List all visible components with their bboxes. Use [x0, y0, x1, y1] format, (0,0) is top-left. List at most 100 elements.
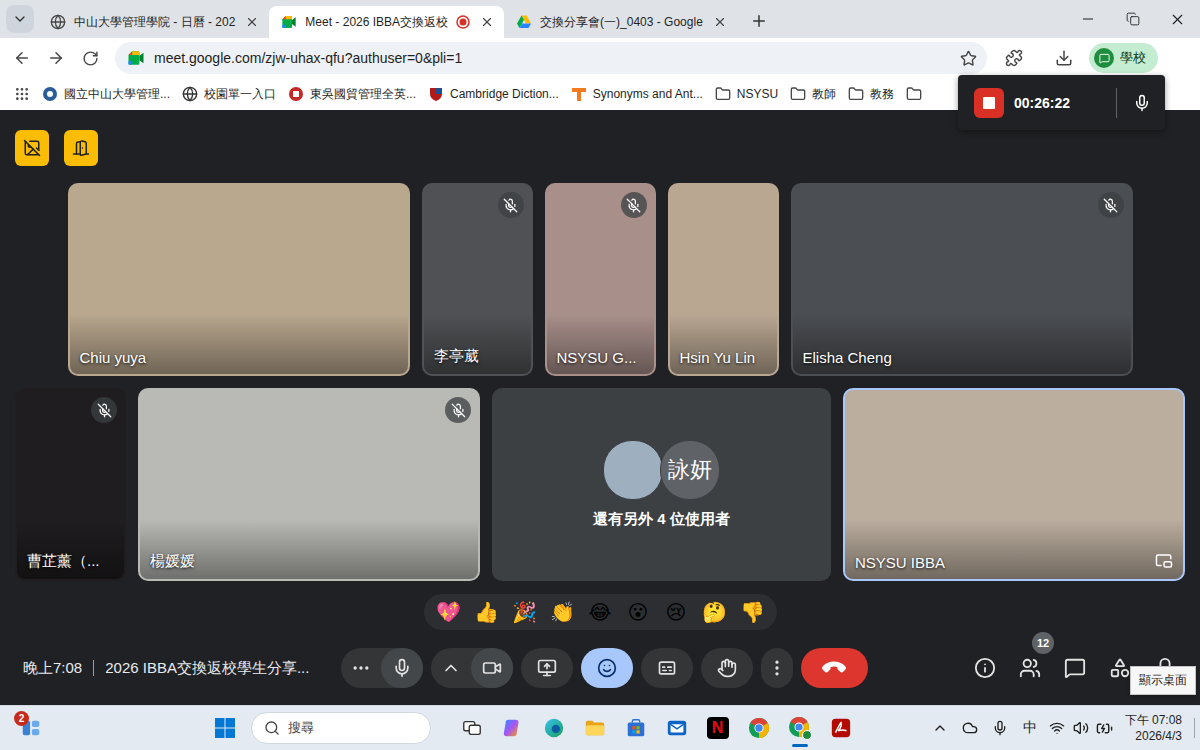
hide-video-button[interactable] [15, 130, 49, 166]
audio-options-button[interactable] [341, 648, 381, 688]
taskbar-app[interactable] [492, 708, 533, 748]
battery-button[interactable] [1093, 712, 1117, 744]
participant-tile[interactable]: Hsin Yu Lin [668, 183, 779, 376]
minimize-button[interactable] [1065, 0, 1110, 38]
raise-hand-button[interactable] [701, 648, 753, 688]
taskbar-app[interactable] [656, 708, 697, 748]
participant-tile[interactable]: 曹芷薰（... [15, 388, 126, 581]
taskbar-app[interactable]: N [697, 708, 738, 748]
taskbar-app[interactable] [533, 708, 574, 748]
extensions-button[interactable] [998, 42, 1030, 74]
reaction-button[interactable]: 😮 [620, 595, 657, 629]
bookmark-item[interactable]: 東吳國貿管理全英... [282, 81, 422, 107]
video-options-button[interactable] [431, 648, 471, 688]
microphone-button[interactable] [381, 648, 423, 688]
bookmark-item[interactable]: Cambridge Diction... [422, 81, 565, 107]
bookmark-label: Synonyms and Ant... [593, 87, 703, 101]
tab-close-button[interactable] [478, 13, 496, 31]
participant-tile[interactable]: NSYSU IBBA [843, 388, 1185, 581]
taskbar-app[interactable] [820, 708, 861, 748]
input-method-button[interactable]: 中 [1015, 712, 1045, 744]
volume-button[interactable] [1069, 712, 1093, 744]
reaction-button[interactable]: 😢 [658, 595, 695, 629]
people-button[interactable]: 12 [1010, 648, 1050, 688]
more-participants-label: 還有另外 4 位使用者 [593, 510, 730, 529]
taskbar-app[interactable] [615, 708, 656, 748]
browser-tab[interactable]: Meet - 2026 IBBA交換返校 [269, 6, 504, 38]
participant-tile[interactable]: Elisha Cheng [791, 183, 1133, 376]
forward-button[interactable] [40, 42, 72, 74]
tab-close-button[interactable] [243, 13, 261, 31]
reaction-button[interactable]: 👎 [734, 595, 771, 629]
meeting-details-button[interactable] [965, 648, 1005, 688]
taskbar-app[interactable] [738, 708, 779, 748]
apps-button[interactable] [8, 81, 36, 107]
profile-button[interactable]: 學校 [1089, 43, 1158, 73]
browser-tab[interactable]: 交換分享會(一)_0403 - Google [504, 6, 737, 38]
reaction-button[interactable]: 🤔 [696, 595, 733, 629]
bookmark-item[interactable]: 國立中山大學管理... [36, 81, 176, 107]
start-button[interactable] [205, 708, 245, 748]
bookmark-item[interactable]: NSYSU [709, 81, 784, 107]
bookmark-label: Cambridge Diction... [450, 87, 559, 101]
back-button[interactable] [6, 42, 38, 74]
onedrive-button[interactable] [955, 712, 985, 744]
show-hidden-icons-button[interactable] [925, 712, 955, 744]
participant-tile[interactable]: Chiu yuya [68, 183, 410, 376]
restore-button[interactable] [1110, 0, 1155, 38]
bookmark-item[interactable]: 教務 [842, 81, 900, 107]
widgets-button[interactable]: 2 [14, 711, 48, 745]
new-tab-button[interactable] [745, 7, 773, 35]
pop-out-button[interactable] [1155, 552, 1173, 570]
browser-tab[interactable]: 中山大學管理學院 - 日曆 - 202 [38, 6, 269, 38]
reaction-button[interactable]: 😂 [582, 595, 619, 629]
taskbar-search[interactable]: 搜尋 [251, 712, 431, 744]
windows-logo-icon [215, 718, 235, 738]
reload-button[interactable] [74, 42, 106, 74]
reaction-button[interactable]: 👏 [544, 595, 581, 629]
more-options-button[interactable] [761, 648, 793, 688]
reactions-button[interactable] [581, 648, 633, 688]
show-desktop-button[interactable] [1194, 718, 1195, 738]
minimize-icon [1080, 11, 1096, 27]
downloads-button[interactable] [1048, 42, 1080, 74]
microphone-tray-button[interactable] [985, 712, 1015, 744]
camera-button[interactable] [471, 648, 513, 688]
download-icon [1055, 49, 1073, 67]
bookmark-item[interactable]: 教師 [784, 81, 842, 107]
bookmark-label: 校園單一入口 [204, 86, 276, 103]
tab-close-button[interactable] [711, 13, 729, 31]
taskbar-app[interactable] [574, 708, 615, 748]
puzzle-icon [1005, 49, 1023, 67]
chevron-up-icon [932, 720, 948, 736]
bookmark-folder[interactable] [900, 81, 928, 107]
exit-panel-button[interactable] [64, 130, 98, 166]
wifi-button[interactable] [1045, 712, 1069, 744]
bookmark-item[interactable]: 校園單一入口 [176, 81, 282, 107]
chat-button[interactable] [1055, 648, 1095, 688]
present-button[interactable] [521, 648, 573, 688]
bookmark-star-icon[interactable] [960, 50, 977, 67]
bookmark-item[interactable]: Synonyms and Ant... [565, 81, 709, 107]
reaction-button[interactable]: 🎉 [506, 595, 543, 629]
clock-date: 2026/4/3 [1135, 728, 1182, 744]
clock[interactable]: 下午 07:082026/4/3 [1117, 712, 1190, 744]
bookmark-label: NSYSU [737, 87, 778, 101]
reaction-button[interactable]: 💖 [430, 595, 467, 629]
mic-icon[interactable] [1133, 94, 1151, 112]
taskbar-app[interactable] [451, 708, 492, 748]
tab-title: Meet - 2026 IBBA交換返校 [305, 14, 448, 31]
address-bar[interactable]: meet.google.com/zjw-uhax-qfu?authuser=0&… [115, 42, 987, 74]
leave-call-button[interactable] [801, 648, 868, 688]
more-participants-tile[interactable]: 詠妍還有另外 4 位使用者 [492, 388, 831, 581]
taskbar-app[interactable] [779, 708, 820, 748]
call-controls [341, 648, 868, 688]
participant-tile[interactable]: 李亭葳 [422, 183, 533, 376]
captions-button[interactable] [641, 648, 693, 688]
close-window-button[interactable] [1155, 0, 1200, 38]
participant-tile[interactable]: 楊媛媛 [138, 388, 480, 581]
reaction-button[interactable]: 👍 [468, 595, 505, 629]
participant-tile[interactable]: NSYSU G... [545, 183, 656, 376]
stop-recording-button[interactable] [974, 88, 1004, 118]
tab-search-button[interactable] [6, 5, 34, 33]
